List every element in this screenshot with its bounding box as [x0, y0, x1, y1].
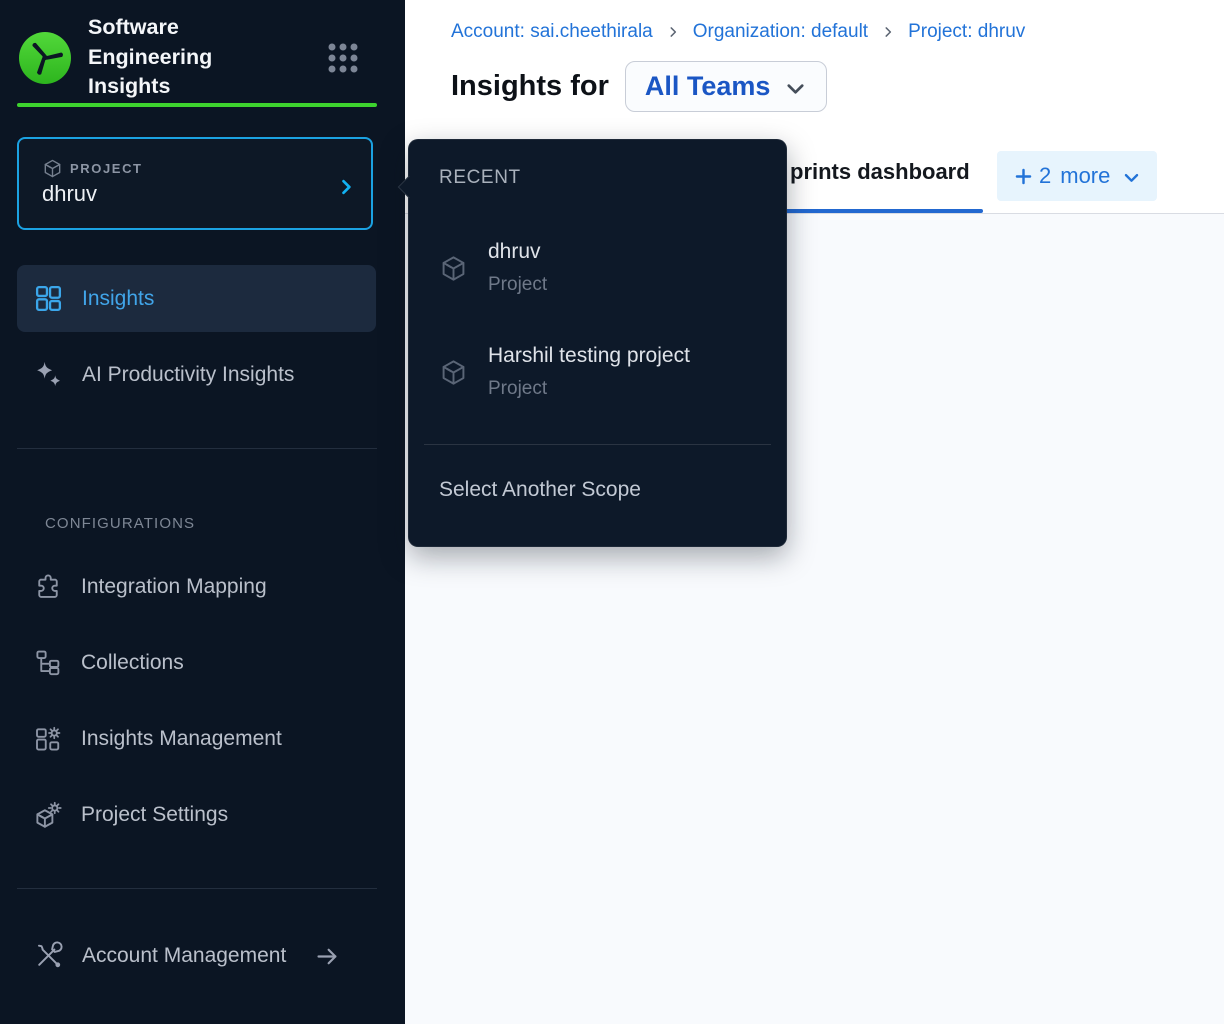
team-selector-dropdown[interactable]: All Teams [625, 61, 828, 112]
scope-item-name: Harshil testing project [488, 344, 690, 368]
chevron-down-icon [1122, 168, 1141, 187]
sidebar-item-integration-mapping[interactable]: Integration Mapping [17, 553, 376, 620]
active-tab-underline [787, 209, 983, 213]
plus-icon [1013, 166, 1034, 187]
page-title-row: Insights for All Teams [451, 61, 827, 112]
sidebar-item-label: Collections [81, 651, 184, 675]
scope-item-type: Project [488, 377, 690, 401]
sidebar-divider [17, 448, 377, 449]
more-tabs-count: 2 [1039, 163, 1051, 189]
breadcrumb-project[interactable]: Project: dhruv [908, 21, 1025, 43]
sidebar-item-label: AI Productivity Insights [82, 363, 294, 387]
recent-section-label: RECENT [439, 167, 521, 189]
sidebar-item-label: Project Settings [81, 803, 228, 827]
sidebar-item-label: Integration Mapping [81, 575, 267, 599]
chevron-right-icon [881, 25, 895, 39]
project-scope-selector[interactable]: PROJECT dhruv [17, 137, 373, 230]
chevron-right-icon [666, 25, 680, 39]
more-tabs-label: more [1060, 163, 1110, 189]
sidebar-item-insights-management[interactable]: Insights Management [17, 705, 376, 772]
apps-grid-icon[interactable] [327, 42, 359, 74]
cube-project-icon [439, 358, 468, 387]
recent-scope-popover: RECENT dhruv Project Harshil t [408, 139, 787, 547]
select-another-scope-button[interactable]: Select Another Scope [439, 478, 641, 502]
team-selector-value: All Teams [645, 71, 771, 102]
app-title: Software Engineering Insights [88, 13, 298, 102]
crossed-tools-icon [33, 940, 64, 971]
breadcrumb-account[interactable]: Account: sai.cheethirala [451, 21, 653, 43]
chevron-down-icon [784, 77, 807, 100]
breadcrumb-organization[interactable]: Organization: default [693, 21, 868, 43]
insights-dashboard-icon [33, 283, 64, 314]
sidebar-item-label: Insights [82, 287, 154, 311]
sidebar-item-collections[interactable]: Collections [17, 629, 376, 696]
scope-item-name: dhruv [488, 240, 547, 264]
breadcrumb: Account: sai.cheethirala Organization: d… [451, 21, 1025, 43]
sidebar-item-label: Insights Management [81, 727, 282, 751]
project-scope-name: dhruv [42, 181, 97, 207]
tab-sprints-dashboard[interactable]: prints dashboard [790, 159, 970, 185]
insights-gear-icon [33, 724, 63, 754]
sidebar-divider [17, 888, 377, 889]
puzzle-icon [33, 572, 63, 602]
collections-tree-icon [33, 648, 63, 678]
sei-logo-icon [19, 32, 71, 84]
sidebar: Software Engineering Insights PROJECT dh… [0, 0, 405, 1024]
chevron-right-icon [336, 177, 356, 197]
cube-gear-icon [33, 800, 63, 830]
sidebar-item-label: Account Management [82, 944, 286, 968]
recent-scope-item-harshil-testing-project[interactable]: Harshil testing project Project [439, 344, 766, 401]
project-scope-label: PROJECT [70, 161, 143, 176]
recent-scope-item-dhruv[interactable]: dhruv Project [439, 240, 766, 297]
app-screen: Software Engineering Insights PROJECT dh… [0, 0, 1224, 1024]
popover-divider [424, 444, 771, 445]
cube-project-icon [42, 158, 63, 179]
sparkles-icon [33, 359, 64, 390]
scope-item-type: Project [488, 273, 547, 297]
page-title: Insights for [451, 61, 609, 112]
sidebar-item-account-management[interactable]: Account Management [17, 922, 376, 989]
more-tabs-dropdown[interactable]: 2 more [997, 151, 1157, 201]
brand-accent-rule [17, 103, 377, 107]
arrow-right-icon [314, 943, 341, 970]
sidebar-item-project-settings[interactable]: Project Settings [17, 781, 376, 848]
sidebar-item-ai-productivity[interactable]: AI Productivity Insights [17, 341, 376, 408]
configurations-section-label: CONFIGURATIONS [45, 515, 195, 532]
cube-project-icon [439, 254, 468, 283]
sidebar-item-insights[interactable]: Insights [17, 265, 376, 332]
